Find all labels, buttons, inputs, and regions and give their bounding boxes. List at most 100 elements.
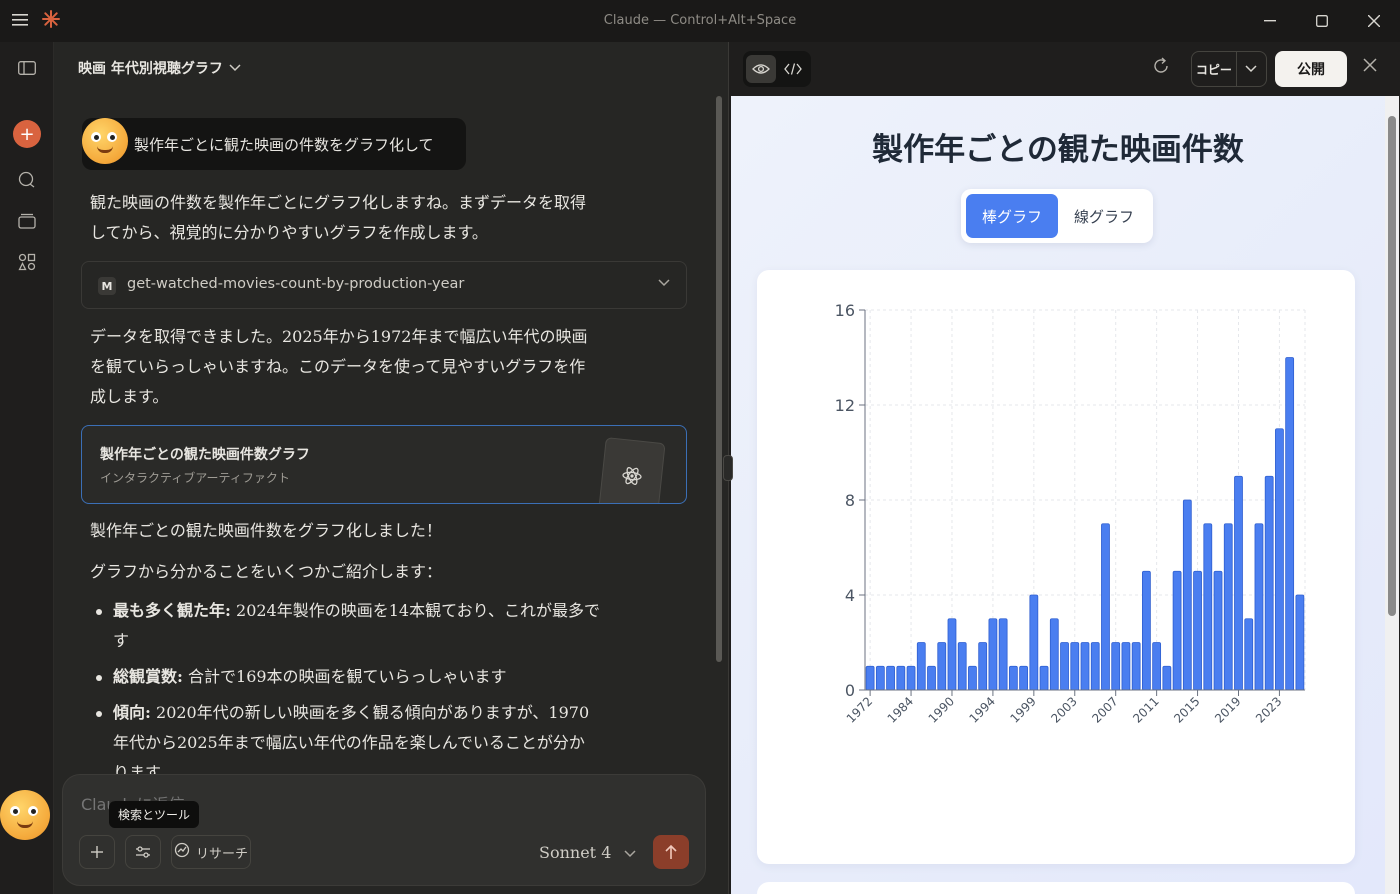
bar — [1121, 642, 1131, 691]
list-item: 総観賞数: 合計で169本の映画を観ていらっしゃいます — [90, 662, 650, 692]
artifacts-icon[interactable] — [13, 248, 41, 276]
bar — [1172, 570, 1182, 691]
x-tick-label: 2015 — [1171, 694, 1202, 725]
bar — [1244, 618, 1254, 691]
copy-button-group: コピー — [1191, 51, 1267, 87]
add-attachment-button[interactable] — [79, 835, 115, 869]
conversation-title[interactable]: 映画 年代別視聴グラフ — [78, 58, 241, 78]
findings-intro: グラフから分かることをいくつかご紹介します： — [90, 562, 443, 581]
bar — [1101, 523, 1110, 691]
tools-tooltip: 検索とツール — [109, 801, 200, 828]
new-chat-button[interactable]: + — [13, 120, 41, 148]
bar — [957, 642, 967, 691]
copy-button[interactable]: コピー — [1192, 52, 1237, 86]
bar — [1264, 475, 1274, 691]
artifact-card-subtitle: インタラクティブアーティファクト — [100, 471, 290, 485]
x-tick-label: 1994 — [967, 694, 998, 725]
bar — [886, 665, 895, 691]
chart-card: 0 4 8 12 16 1972 1984 1990 1994 1999 2003 2007 2011 2… — [757, 270, 1355, 864]
bar — [1152, 642, 1162, 691]
tool-call-name: get-watched-movies-count-by-production-y… — [127, 276, 465, 292]
list-item: 最も多く観た年: 2024年製作の映画を14本観ており、これが最多です — [90, 596, 650, 656]
tool-call-card[interactable]: M get-watched-movies-count-by-production… — [81, 261, 687, 309]
bar — [1090, 642, 1100, 691]
conversation-title-text: 映画 年代別視聴グラフ — [78, 61, 223, 77]
bar — [988, 618, 998, 691]
secondary-card — [757, 882, 1355, 894]
user-avatar — [82, 118, 128, 164]
viewport-scrollbar[interactable] — [1388, 116, 1396, 616]
publish-button[interactable]: 公開 — [1275, 51, 1347, 87]
chevron-down-icon — [624, 843, 636, 862]
bar — [1111, 642, 1121, 691]
bar — [1275, 428, 1284, 691]
account-avatar[interactable] — [0, 790, 52, 842]
bar — [1203, 523, 1213, 691]
maximize-button[interactable] — [1296, 0, 1348, 42]
x-tick-label: 1999 — [1007, 694, 1038, 725]
bar — [1234, 475, 1243, 691]
user-message: 製作年ごとに観た映画の件数をグラフ化して — [82, 118, 466, 170]
send-button[interactable] — [653, 835, 689, 869]
chats-icon[interactable] — [13, 166, 41, 194]
title-bar: Claude — Control+Alt+Space — [0, 0, 1400, 42]
claude-logo-icon — [42, 10, 60, 32]
bar — [978, 642, 988, 691]
chevron-down-icon — [229, 60, 241, 76]
bar — [1080, 642, 1090, 691]
copy-dropdown[interactable] — [1237, 52, 1266, 86]
artifact-card[interactable]: 製作年ごとの観た映画件数グラフ インタラクティブアーティファクト — [81, 425, 687, 504]
bar — [998, 618, 1008, 691]
x-tick-label: 1990 — [926, 694, 957, 725]
y-tick-label: 4 — [845, 586, 855, 605]
assistant-after-tool: データを取得できました。2025年から1972年まで幅広い年代の映画 を観ていら… — [90, 327, 588, 406]
bar — [1162, 665, 1172, 691]
chat-column: 映画 年代別視聴グラフ 製作年ごとに観た映画の件数をグラフ化して 観た映画の件数… — [54, 42, 728, 894]
tab-bar-chart[interactable]: 棒グラフ — [966, 194, 1058, 238]
projects-icon[interactable] — [13, 207, 41, 235]
left-rail: + — [0, 42, 54, 894]
refresh-icon[interactable] — [1151, 56, 1171, 80]
y-tick-label: 8 — [845, 491, 855, 510]
user-message-text: 製作年ごとに観た映画の件数をグラフ化して — [134, 136, 434, 154]
close-window-button[interactable] — [1348, 0, 1400, 42]
y-tick-label: 12 — [835, 396, 855, 415]
bar — [1019, 665, 1028, 691]
research-button[interactable]: リサーチ — [171, 835, 251, 869]
view-toggle — [743, 51, 811, 87]
bar — [1223, 523, 1233, 691]
bar — [875, 665, 885, 691]
minimize-button[interactable] — [1244, 0, 1296, 42]
bar — [927, 665, 936, 691]
x-tick-label: 2011 — [1130, 694, 1161, 725]
close-panel-icon[interactable] — [1363, 56, 1377, 77]
bar — [1039, 665, 1049, 691]
resize-handle[interactable] — [723, 455, 733, 481]
bar — [896, 665, 906, 691]
code-icon[interactable] — [778, 55, 808, 83]
bar — [1008, 665, 1018, 691]
artifact-toolbar: コピー 公開 — [729, 42, 1400, 94]
x-tick-label: 2023 — [1253, 694, 1284, 725]
model-selector[interactable]: Sonnet 4 — [539, 843, 636, 862]
bar — [1182, 499, 1192, 691]
preview-eye-icon[interactable] — [746, 55, 776, 83]
artifact-card-title: 製作年ごとの観た映画件数グラフ — [100, 447, 310, 463]
sidebar-toggle-icon[interactable] — [13, 54, 41, 82]
mcp-icon: M — [98, 277, 116, 295]
hamburger-menu-icon[interactable] — [12, 12, 28, 31]
atom-icon — [598, 437, 666, 503]
assistant-done: 製作年ごとの観た映画件数をグラフ化しました！ — [90, 521, 442, 540]
bar-chart: 04812161972 1984 1990 1994 1999 2003 2007 2011 2… — [835, 301, 1306, 726]
findings-list: 最も多く観た年: 2024年製作の映画を14本観ており、これが最多です 総観賞数… — [90, 596, 650, 794]
bar — [937, 642, 947, 691]
y-tick-label: 0 — [845, 681, 855, 700]
artifact-panel: コピー 公開 製作年ごとの観た映画件数 棒グラフ 線グラフ 0 4 8 12 16 197… — [728, 42, 1400, 894]
chat-scrollbar[interactable] — [716, 96, 722, 662]
artifact-viewport: 製作年ごとの観た映画件数 棒グラフ 線グラフ 0 4 8 12 16 1972 1984 19… — [731, 96, 1385, 894]
y-tick-label: 16 — [835, 301, 855, 320]
x-tick-label: 1984 — [885, 694, 916, 725]
tab-line-chart[interactable]: 線グラフ — [1058, 194, 1150, 238]
bar — [1049, 618, 1059, 691]
search-and-tools-button[interactable] — [125, 835, 161, 869]
